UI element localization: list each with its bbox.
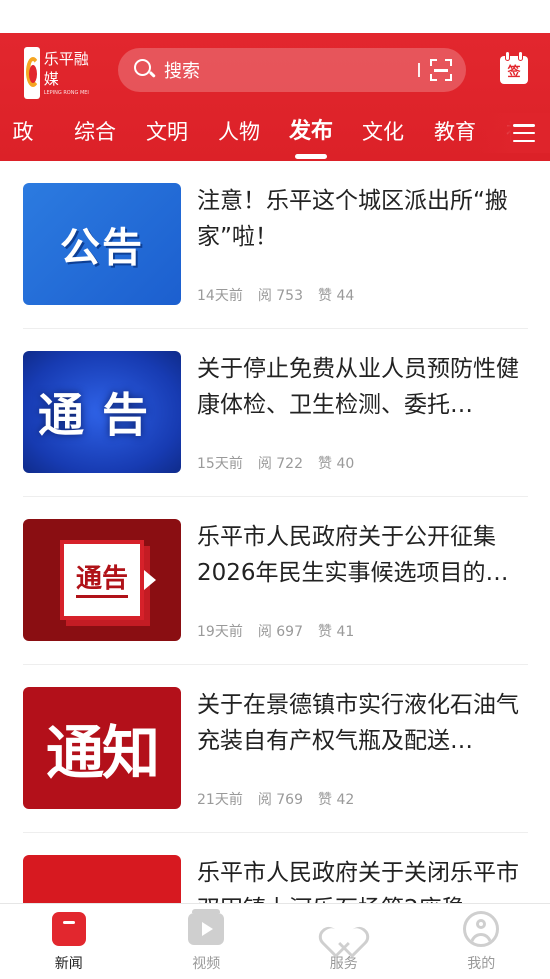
article-meta: 21天前 阅 769 赞 42 <box>197 789 354 809</box>
status-bar <box>0 0 550 33</box>
news-icon <box>51 912 86 946</box>
logo-mark-icon <box>24 47 40 99</box>
nav-news-label: 新闻 <box>54 956 83 972</box>
channel-menu-icon[interactable] <box>513 124 535 142</box>
article-likes: 赞 42 <box>318 792 355 808</box>
nav-video-label: 视频 <box>192 956 221 972</box>
list-item[interactable]: 决定 乐平市人民政府关于关闭乐平市双田镇上河乐石场第2座稳… <box>23 833 528 903</box>
article-title: 关于停止免费从业人员预防性健康体检、卫生检测、委托… <box>197 356 519 418</box>
article-meta: 15天前 阅 722 赞 40 <box>197 453 354 473</box>
thumbnail-text: 公告 <box>60 225 144 271</box>
article-reads: 阅 722 <box>257 456 303 472</box>
logo-title: 乐平融媒 <box>43 50 89 88</box>
thumbnail-text: 通告 <box>38 388 166 442</box>
article-time: 15天前 <box>197 456 243 472</box>
article-time: 14天前 <box>197 288 243 304</box>
profile-icon <box>463 911 500 947</box>
article-title: 乐平市人民政府关于关闭乐平市双田镇上河乐石场第2座稳… <box>197 860 519 903</box>
article-time: 19天前 <box>197 624 243 640</box>
article-meta: 19天前 阅 697 赞 41 <box>197 621 354 641</box>
list-item[interactable]: 通告 乐平市人民政府关于公开征集2026年民生实事候选项目的… 19天前 阅 6… <box>23 497 528 665</box>
article-title: 关于在景德镇市实行液化石油气充装自有产权气瓶及配送… <box>197 692 519 754</box>
list-item[interactable]: 通告 关于停止免费从业人员预防性健康体检、卫生检测、委托… 15天前 阅 722… <box>23 329 528 497</box>
service-icon <box>314 911 374 959</box>
article-reads: 阅 753 <box>257 288 303 304</box>
article-thumbnail: 通告 <box>23 351 181 473</box>
thumbnail-text: 通知 <box>45 719 160 787</box>
app-header: 乐平融媒 LEPING RONG MEI 搜索 签 政 综合 文明 人物 发布 … <box>0 33 550 161</box>
nav-profile[interactable]: 我的 <box>413 904 550 979</box>
list-item[interactable]: 公告 注意！乐平这个城区派出所“搬家”啦！ 14天前 阅 753 赞 44 <box>23 161 528 329</box>
article-list: 公告 注意！乐平这个城区派出所“搬家”啦！ 14天前 阅 753 赞 44 通告… <box>0 161 550 903</box>
list-item[interactable]: 通知 关于在景德镇市实行液化石油气充装自有产权气瓶及配送… 21天前 阅 769… <box>23 665 528 833</box>
search-bar[interactable]: 搜索 <box>118 48 466 92</box>
nav-service[interactable]: 服务 <box>275 904 413 979</box>
article-likes: 赞 44 <box>318 288 355 304</box>
nav-video[interactable]: 视频 <box>138 904 276 979</box>
article-thumbnail: 通知 <box>23 687 181 809</box>
article-likes: 赞 40 <box>318 456 355 472</box>
nav-profile-label: 我的 <box>467 956 496 972</box>
article-likes: 赞 41 <box>318 624 355 640</box>
video-icon <box>188 909 225 945</box>
nav-news[interactable]: 新闻 <box>0 904 138 979</box>
checkin-label: 签 <box>507 65 521 80</box>
article-reads: 阅 769 <box>257 792 303 808</box>
tab-release[interactable]: 发布 <box>275 113 347 159</box>
scan-icon[interactable] <box>430 59 452 81</box>
article-reads: 阅 697 <box>257 624 303 640</box>
tab-people[interactable]: 人物 <box>203 113 275 151</box>
tab-general[interactable]: 综合 <box>59 113 131 151</box>
article-time: 21天前 <box>197 792 243 808</box>
article-thumbnail: 通告 <box>23 519 181 641</box>
article-thumbnail: 决定 <box>23 855 181 903</box>
search-placeholder: 搜索 <box>164 61 200 82</box>
article-title: 乐平市人民政府关于公开征集2026年民生实事候选项目的… <box>197 524 509 586</box>
search-divider <box>418 63 420 77</box>
channel-tabs: 政 综合 文明 人物 发布 文化 教育 社会 <box>0 113 550 161</box>
bottom-navigation: 新闻 视频 服务 我的 <box>0 903 550 979</box>
tab-civilization[interactable]: 文明 <box>131 113 203 151</box>
article-title: 注意！乐平这个城区派出所“搬家”啦！ <box>197 188 508 250</box>
search-icon <box>134 59 156 81</box>
tab-culture[interactable]: 文化 <box>347 113 419 151</box>
article-thumbnail: 公告 <box>23 183 181 305</box>
tab-politics[interactable]: 政 <box>0 113 59 151</box>
thumbnail-text: 通告 <box>75 563 128 598</box>
checkin-calendar-button[interactable]: 签 <box>500 52 528 84</box>
logo-subtitle: LEPING RONG MEI <box>43 90 89 96</box>
app-logo: 乐平融媒 LEPING RONG MEI <box>24 47 96 99</box>
article-meta: 14天前 阅 753 赞 44 <box>197 285 354 305</box>
